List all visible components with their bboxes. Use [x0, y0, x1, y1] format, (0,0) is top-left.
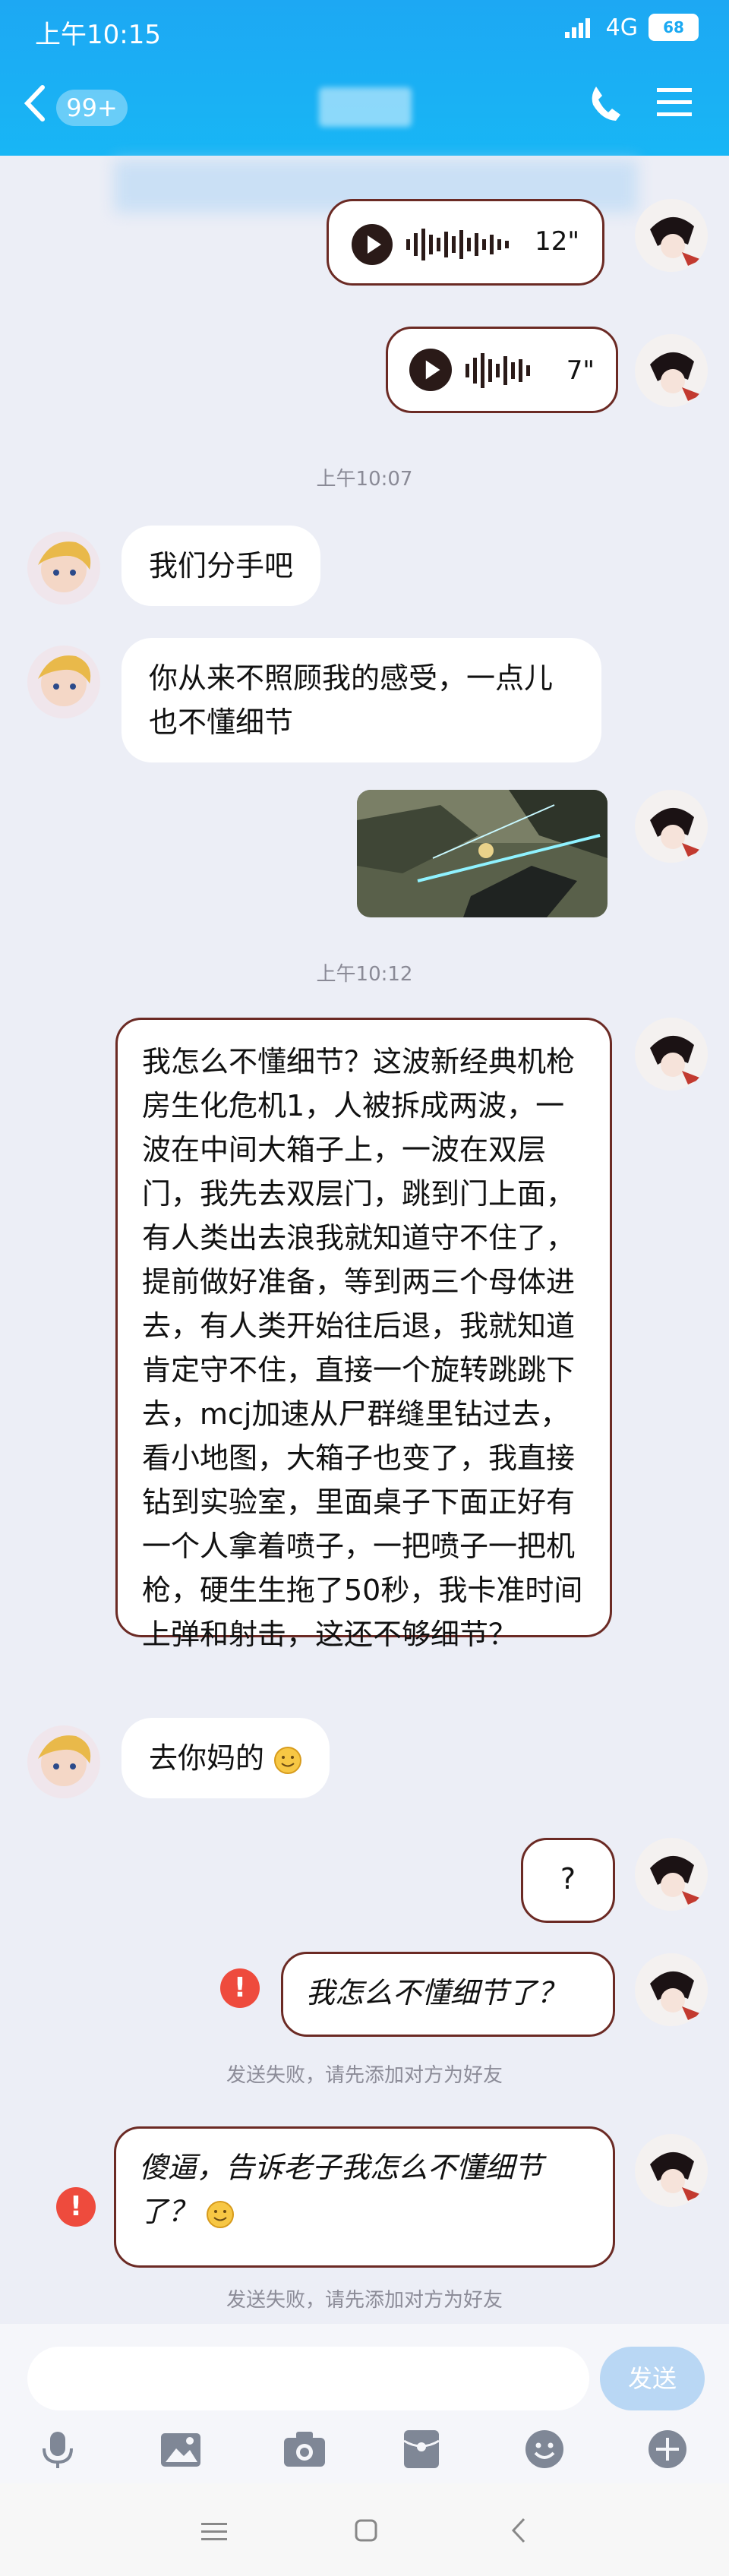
- smile-emoji-icon: [207, 2200, 235, 2228]
- waveform-icon: [406, 229, 509, 260]
- status-indicators: 4G 68: [564, 14, 699, 41]
- avatar[interactable]: [27, 646, 100, 718]
- timestamp: 上午10:07: [316, 468, 413, 491]
- avatar[interactable]: [635, 199, 708, 272]
- message-text: 我怎么不懂细节了？: [306, 1976, 566, 2009]
- message-bubble[interactable]: 去你妈的: [122, 1718, 330, 1798]
- message-text: 去你妈的: [149, 1741, 265, 1775]
- voice-message[interactable]: 7": [386, 327, 618, 413]
- avatar[interactable]: [635, 1953, 708, 2026]
- avatar[interactable]: [27, 1725, 100, 1798]
- red-packet-icon[interactable]: [402, 2429, 440, 2473]
- voice-message[interactable]: 12": [327, 199, 604, 286]
- home-icon[interactable]: [354, 2518, 378, 2546]
- avatar[interactable]: [635, 334, 708, 407]
- avatar[interactable]: [635, 790, 708, 863]
- recents-icon[interactable]: [201, 2521, 227, 2546]
- phone-icon[interactable]: [589, 84, 622, 126]
- network-type: 4G: [605, 14, 638, 41]
- voice-duration: 12": [535, 226, 579, 257]
- contact-name-blurred: [319, 87, 412, 127]
- message-content: 傻逼，告诉老子我怎么不懂细节了？: [139, 2145, 595, 2233]
- message-bubble[interactable]: 傻逼，告诉老子我怎么不懂细节了？: [114, 2126, 615, 2268]
- back-icon[interactable]: [23, 84, 46, 133]
- send-failed-icon[interactable]: !: [56, 2187, 96, 2227]
- camera-icon[interactable]: [282, 2430, 327, 2471]
- play-icon[interactable]: [409, 349, 452, 391]
- send-failed-icon[interactable]: !: [220, 1968, 260, 2008]
- message-bubble[interactable]: ?: [521, 1838, 615, 1923]
- timestamp: 上午10:12: [316, 963, 413, 986]
- message-bubble[interactable]: 我怎么不懂细节？这波新经典机枪房生化危机1，人被拆成两波，一波在中间大箱子上，一…: [115, 1018, 612, 1651]
- emoji-icon[interactable]: [524, 2429, 565, 2473]
- send-button[interactable]: 发送: [600, 2347, 705, 2410]
- avatar[interactable]: [635, 1018, 708, 1091]
- plus-icon[interactable]: [647, 2429, 688, 2473]
- microphone-icon[interactable]: [39, 2430, 76, 2473]
- play-icon[interactable]: [352, 224, 393, 265]
- battery-icon: 68: [649, 14, 699, 41]
- avatar[interactable]: [635, 1838, 708, 1911]
- status-time: 上午10:15: [35, 20, 161, 50]
- message-input[interactable]: [27, 2347, 589, 2410]
- smile-emoji-icon: [274, 1746, 302, 1774]
- message-text: 傻逼，告诉老子我怎么不懂细节了？: [139, 2151, 544, 2228]
- game-screenshot[interactable]: [357, 790, 608, 917]
- image-icon[interactable]: [159, 2432, 202, 2471]
- back-nav-icon[interactable]: [510, 2517, 527, 2547]
- message-text: ?: [560, 1862, 576, 1896]
- signal-icon: [564, 18, 590, 38]
- send-failed-note: 发送失败，请先添加对方为好友: [226, 2064, 503, 2087]
- waveform-icon: [465, 353, 530, 388]
- avatar[interactable]: [635, 2134, 708, 2207]
- message-bubble[interactable]: 我怎么不懂细节了？: [281, 1952, 615, 2037]
- message-bubble[interactable]: 我们分手吧: [122, 526, 321, 606]
- unread-badge[interactable]: 99+: [56, 90, 128, 126]
- menu-icon[interactable]: [657, 85, 692, 123]
- message-bubble[interactable]: 你从来不照顾我的感受，一点儿也不懂细节: [122, 638, 601, 762]
- voice-duration: 7": [566, 355, 595, 386]
- message-text: 我怎么不懂细节？这波新经典机枪房生化危机1，人被拆成两波，一波在中间大箱子上，一…: [142, 1045, 583, 1651]
- avatar[interactable]: [27, 532, 100, 605]
- send-failed-note: 发送失败，请先添加对方为好友: [226, 2289, 503, 2312]
